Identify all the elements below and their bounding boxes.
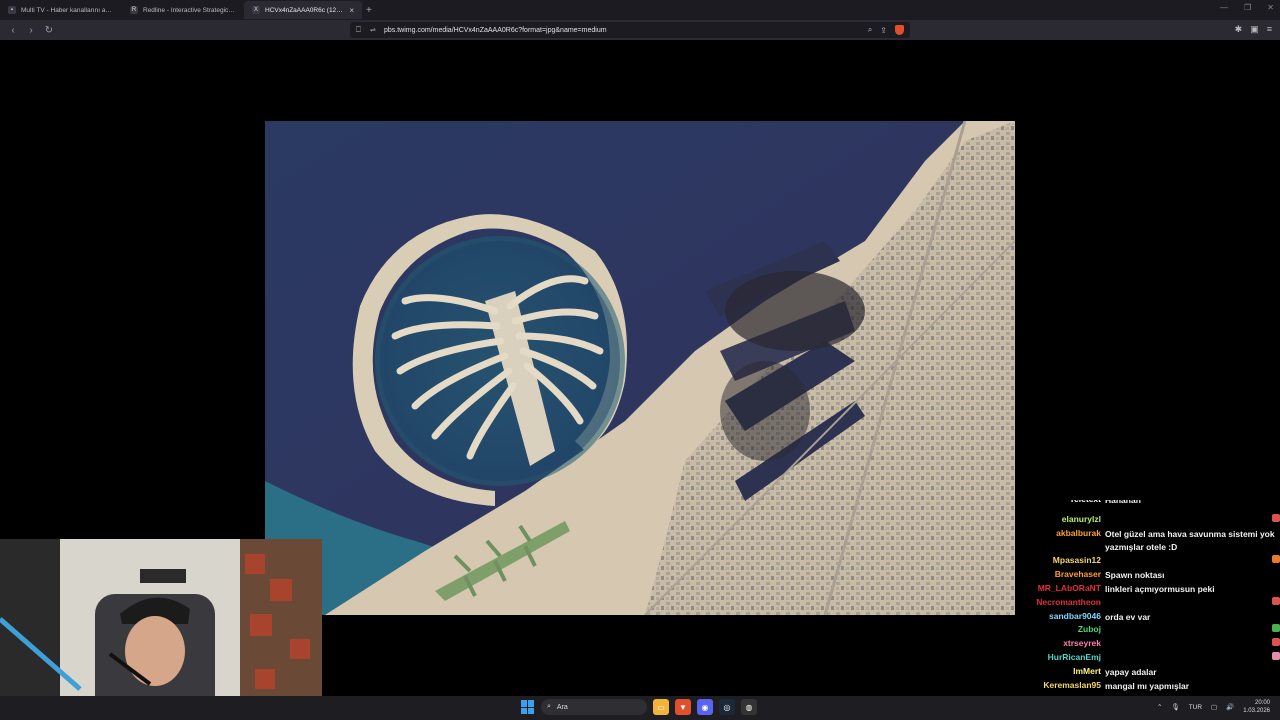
zoom-icon[interactable]: ⌕: [868, 25, 872, 35]
chat-username[interactable]: elanurylzl: [1024, 514, 1105, 524]
chat-text: [1105, 652, 1272, 662]
language-indicator[interactable]: TUR: [1189, 704, 1202, 711]
chat-text: [1105, 514, 1272, 524]
chat-text: orda ev var: [1105, 612, 1151, 622]
reload-icon[interactable]: ↻: [44, 25, 54, 36]
discord-icon[interactable]: ◉: [697, 699, 713, 715]
chat-message: Mpasasin12: [1024, 555, 1280, 565]
windows-taskbar: ⌕ Ara ▭ ▼ ◉ ◎ ◍ ⌃ 🎙 TUR ▢ 🔊 20:00 1.03.2…: [0, 696, 1280, 720]
system-tray: ⌃ 🎙 TUR ▢ 🔊 20:00 1.03.2026: [1157, 699, 1270, 715]
chat-message: Necromantheon: [1024, 597, 1280, 607]
chat-username[interactable]: Mpasasin12: [1024, 555, 1105, 565]
chat-emote-icon: [1272, 514, 1280, 522]
chat-text: Spawn noktası: [1105, 570, 1165, 580]
url-text[interactable]: pbs.twimg.com/media/HCVx4nZaAAA0R6c?form…: [384, 27, 860, 34]
chat-message: elanurylzl: [1024, 514, 1280, 524]
chat-username[interactable]: Keremaslan95: [1024, 680, 1105, 693]
chat-emote-icon: [1272, 624, 1280, 632]
clock-time: 20:00: [1254, 700, 1270, 706]
chat-username[interactable]: Bravehaser: [1024, 569, 1105, 582]
chat-text: Otel güzel ama hava savunma sistemi yok …: [1105, 529, 1275, 552]
tv-icon: ▪: [8, 6, 16, 14]
chat-username[interactable]: HurRicanEmj: [1024, 652, 1105, 662]
taskbar-search[interactable]: ⌕ Ara: [541, 699, 647, 715]
search-placeholder: Ara: [556, 703, 568, 711]
steam-icon[interactable]: ◎: [719, 699, 735, 715]
chat-username[interactable]: MR_LAbORaNT: [1024, 583, 1105, 596]
windows-start-icon[interactable]: [521, 700, 535, 714]
chat-username[interactable]: ImMert: [1024, 666, 1105, 679]
obs-icon[interactable]: ◍: [741, 699, 757, 715]
tab-image[interactable]: X HCVx4nZaAAA0R6c (1200×791) ×: [244, 1, 362, 19]
brave-browser-icon[interactable]: ▼: [675, 699, 691, 715]
chat-text: [1105, 555, 1272, 565]
tray-expand-icon[interactable]: ⌃: [1157, 703, 1162, 711]
chat-text: mangal mı yapmışlar: [1105, 681, 1190, 691]
chat-message: MR_LAbORaNT linkleri açmıyormusun peki: [1024, 583, 1280, 596]
chat-message: Zuboj: [1024, 624, 1280, 634]
new-tab-button[interactable]: +: [366, 5, 372, 16]
chat-text: [1105, 638, 1272, 648]
chat-text: Hahahah: [1105, 500, 1141, 505]
chat-text: linkleri açmıyormusun peki: [1105, 584, 1215, 594]
chat-text: [1105, 597, 1272, 607]
chat-username[interactable]: sandbar9046: [1024, 611, 1105, 624]
chat-username[interactable]: xtrseyrek: [1024, 638, 1105, 648]
brave-shield-icon[interactable]: [895, 25, 904, 35]
chat-emote-icon: [1272, 638, 1280, 646]
extensions-icon[interactable]: ✱: [1235, 24, 1243, 35]
chat-text: yapay adalar: [1105, 667, 1157, 677]
close-tab-icon[interactable]: ×: [349, 6, 354, 15]
tab-multi-tv[interactable]: ▪ Multi TV - Haber kanallarını aynı anda…: [0, 1, 122, 19]
share-icon[interactable]: ⇪: [880, 26, 887, 35]
satellite-image[interactable]: [265, 121, 1015, 615]
address-bar[interactable]: ⎕ ⇌ pbs.twimg.com/media/HCVx4nZaAAA0R6c?…: [350, 22, 910, 38]
chat-message: Keremaslan95 mangal mı yapmışlar: [1024, 680, 1280, 693]
back-icon[interactable]: ‹: [8, 25, 18, 36]
stream-chat: TeletextHahahah elanurylzl akbalburakOtel …: [1024, 500, 1280, 710]
chat-message: ImMert yapay adalar: [1024, 666, 1280, 679]
bookmark-icon[interactable]: ⎕: [356, 25, 370, 35]
microphone-icon[interactable]: 🎙: [1171, 703, 1179, 711]
close-window-icon[interactable]: ✕: [1267, 3, 1274, 12]
tab-label: Redline - Interactive Strategic Map: [143, 6, 236, 14]
clock-date: 1.03.2026: [1243, 708, 1270, 714]
search-icon: ⌕: [547, 703, 551, 710]
chat-message: TeletextHahahah: [1024, 500, 1280, 507]
menu-icon[interactable]: ≡: [1267, 24, 1272, 35]
chat-message: Bravehaser Spawn noktası: [1024, 569, 1280, 582]
file-explorer-icon[interactable]: ▭: [653, 699, 669, 715]
window-controls: — ❐ ✕: [1220, 3, 1274, 12]
chat-text: [1105, 624, 1272, 634]
chat-emote-icon: [1272, 597, 1280, 605]
chat-message: xtrseyrek: [1024, 638, 1280, 648]
browser-tab-strip: ▪ Multi TV - Haber kanallarını aynı anda…: [0, 0, 1280, 20]
x-logo-icon: X: [252, 6, 260, 14]
chat-emote-icon: [1272, 555, 1280, 563]
chat-message: sandbar9046 orda ev var: [1024, 611, 1280, 624]
taskbar-apps: ⌕ Ara ▭ ▼ ◉ ◎ ◍: [521, 699, 757, 715]
site-info-icon[interactable]: ⇌: [370, 26, 384, 34]
forward-icon[interactable]: ›: [26, 25, 36, 36]
volume-icon[interactable]: 🔊: [1226, 703, 1234, 711]
tab-redline[interactable]: R Redline - Interactive Strategic Map: [122, 1, 244, 19]
toolbar-extras: ✱ ▣ ≡: [1235, 24, 1272, 35]
chat-emote-icon: [1272, 652, 1280, 660]
chat-username[interactable]: Zuboj: [1024, 624, 1105, 634]
chat-message: HurRicanEmj: [1024, 652, 1280, 662]
chat-message: akbalburak Otel güzel ama hava savunma si…: [1024, 528, 1280, 554]
minimize-icon[interactable]: —: [1220, 3, 1228, 12]
maximize-icon[interactable]: ❐: [1244, 3, 1251, 12]
chat-username[interactable]: akbalburak: [1024, 528, 1105, 554]
browser-toolbar: ‹ › ↻ ⎕ ⇌ pbs.twimg.com/media/HCVx4nZaAA…: [0, 20, 1280, 40]
chat-username[interactable]: Necromantheon: [1024, 597, 1105, 607]
clock[interactable]: 20:00 1.03.2026: [1243, 699, 1270, 715]
webcam-overlay: [0, 539, 322, 720]
network-icon[interactable]: ▢: [1211, 703, 1217, 711]
tab-label: HCVx4nZaAAA0R6c (1200×791): [265, 6, 344, 14]
chat-username[interactable]: Teletext: [1024, 500, 1105, 507]
sidebar-icon[interactable]: ▣: [1250, 24, 1259, 35]
tab-label: Multi TV - Haber kanallarını aynı anda i…: [21, 6, 114, 14]
redline-icon: R: [130, 6, 138, 14]
